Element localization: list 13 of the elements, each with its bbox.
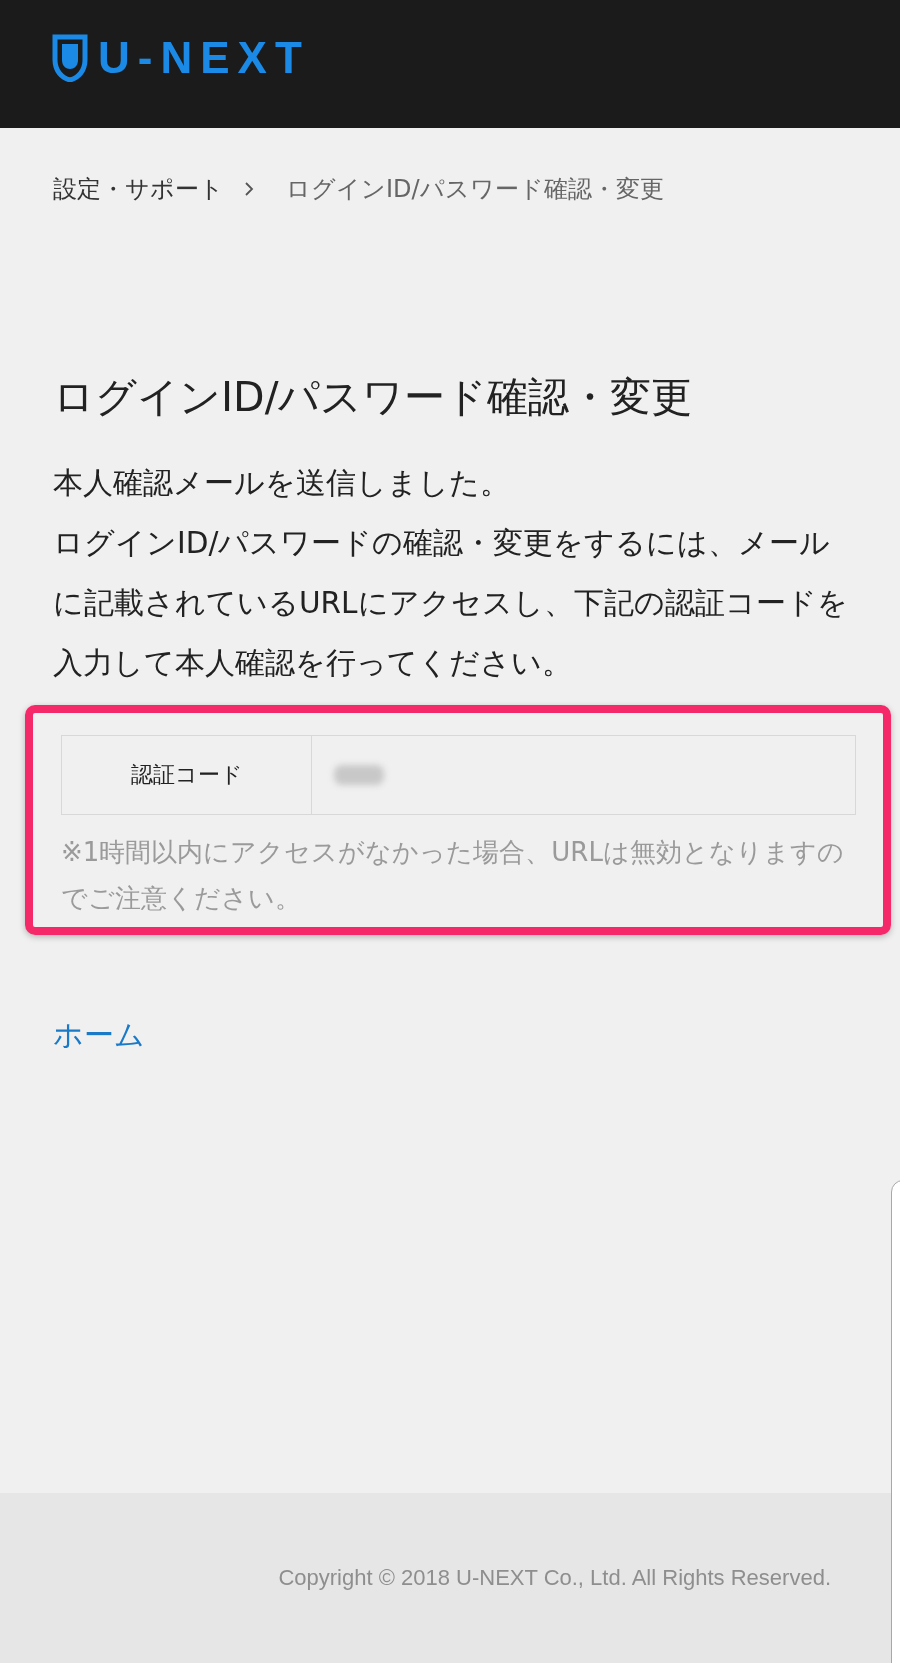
breadcrumb-current: ログインID/パスワード確認・変更 (286, 174, 664, 205)
note-text: ※1時間以内にアクセスがなかった場合、URLは無効となりますのでご注意ください。 (61, 836, 845, 915)
breadcrumb-link[interactable]: 設定・サポート (53, 173, 224, 205)
message-text: 本人確認メールを送信しました。 (53, 465, 511, 502)
copyright-text: Copyright © 2018 U-NEXT Co., Ltd. All Rights Reserved. (278, 1565, 831, 1591)
blurred-code (334, 765, 384, 785)
chevron-icon (244, 181, 254, 197)
message-text: ログインID/パスワードの確認・変更をするには、メールに記載されているURLにアクセスし、下記の認証コードを入力して本人確認を行ってください。 (53, 525, 849, 682)
home-link[interactable]: ホーム (53, 1015, 145, 1056)
page-title: ログインID/パスワード確認・変更 (53, 372, 693, 423)
shield-icon (52, 34, 88, 82)
logo-text[interactable]: U-NEXT (98, 33, 310, 83)
table-header-cell: 認証コード (62, 736, 312, 814)
